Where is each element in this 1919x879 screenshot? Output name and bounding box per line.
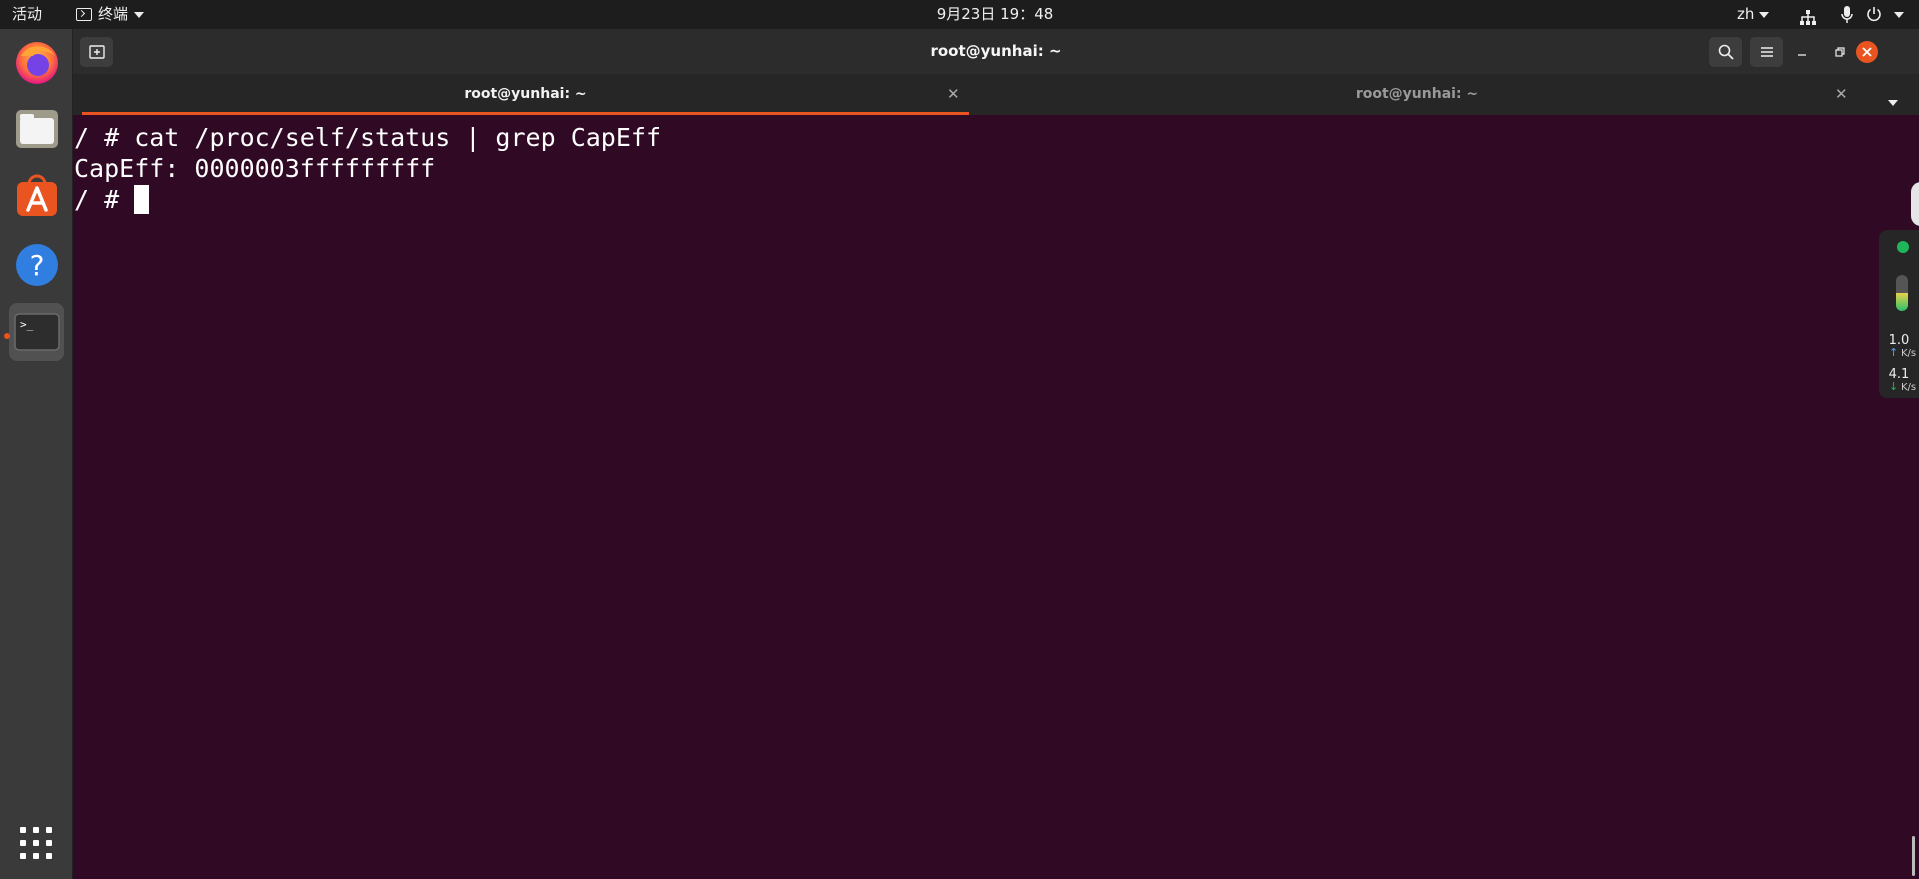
minimize-button[interactable] <box>1791 41 1813 63</box>
top-bar: 活动 终端 9月23日 19：48 zh <box>0 0 1919 29</box>
dock: ? >_ <box>0 29 73 879</box>
terminal-line: / # cat /proc/self/status | grep CapEff <box>74 123 661 152</box>
microphone-icon[interactable] <box>1841 0 1853 29</box>
input-method-label: zh <box>1737 5 1755 23</box>
tab-label: root@yunhai: ~ <box>1355 86 1479 102</box>
usage-gauge <box>1896 275 1908 311</box>
chevron-down-icon <box>1759 11 1770 18</box>
dock-help[interactable]: ? <box>9 236 64 294</box>
new-tab-icon <box>88 45 105 59</box>
tab-2[interactable]: root@yunhai: ~ ✕ <box>969 74 1865 115</box>
edge-handle[interactable] <box>1911 182 1919 226</box>
window-title: root@yunhai: ~ <box>930 42 1062 60</box>
svg-text:?: ? <box>29 249 44 282</box>
scrollbar-thumb[interactable] <box>1912 836 1915 876</box>
close-button[interactable] <box>1856 41 1878 63</box>
running-indicator <box>4 333 10 339</box>
dock-software[interactable] <box>9 168 64 226</box>
dock-firefox[interactable] <box>9 33 64 91</box>
tab-list-button[interactable] <box>1888 91 1898 110</box>
firefox-icon <box>15 42 58 84</box>
header-bar: root@yunhai: ~ <box>73 29 1919 74</box>
system-monitor-widget[interactable]: 1.0 ↑ K/s 4.1 ↓ K/s <box>1879 230 1919 398</box>
download-unit: K/s <box>1901 382 1917 393</box>
terminal-line: CapEff: 0000003fffffffff <box>74 154 436 183</box>
help-icon: ? <box>15 244 58 286</box>
arrow-down-icon: ↓ <box>1889 380 1899 393</box>
svg-text:>_: >_ <box>20 318 34 331</box>
close-icon[interactable]: ✕ <box>947 74 960 114</box>
terminal-window: root@yunhai: ~ root@yunhai: ~ ✕ root@yun… <box>73 29 1919 879</box>
tab-label: root@yunhai: ~ <box>464 86 587 102</box>
download-rate: 4.1 <box>1888 367 1910 382</box>
new-tab-button[interactable] <box>80 37 113 67</box>
dock-terminal[interactable]: >_ <box>9 303 64 361</box>
terminal-icon: >_ <box>13 313 60 351</box>
close-icon <box>1862 47 1872 57</box>
tab-1[interactable]: root@yunhai: ~ ✕ <box>82 74 969 115</box>
software-center-icon <box>16 174 57 216</box>
upload-unit: K/s <box>1901 348 1917 359</box>
power-icon[interactable] <box>1866 0 1882 29</box>
arrow-up-icon: ↑ <box>1889 346 1899 359</box>
restore-button[interactable] <box>1829 41 1851 63</box>
chevron-down-icon <box>134 11 145 18</box>
prompt: / # <box>74 185 135 214</box>
activities-button[interactable]: 活动 <box>12 0 42 29</box>
status-indicator <box>1897 241 1909 253</box>
network-icon[interactable] <box>1799 7 1817 25</box>
restore-icon <box>1835 47 1845 57</box>
terminal-small-icon <box>76 8 92 21</box>
menu-button[interactable] <box>1750 37 1783 67</box>
chevron-down-icon[interactable] <box>1894 12 1904 18</box>
dock-files[interactable] <box>9 100 64 158</box>
cursor <box>134 185 150 214</box>
chevron-down-icon <box>1888 100 1898 106</box>
hamburger-icon <box>1760 47 1773 57</box>
upload-rate: 1.0 <box>1888 333 1910 348</box>
tab-bar: root@yunhai: ~ ✕ root@yunhai: ~ ✕ / # ca… <box>73 74 1919 879</box>
tab-strip: root@yunhai: ~ ✕ root@yunhai: ~ ✕ <box>73 74 1919 115</box>
app-menu-button[interactable]: 终端 <box>76 0 145 29</box>
app-menu-label: 终端 <box>98 5 129 23</box>
search-icon <box>1718 44 1734 60</box>
usage-gauge-fill <box>1896 293 1908 311</box>
clock[interactable]: 9月23日 19：48 <box>930 0 1060 29</box>
show-applications-icon[interactable] <box>20 827 52 859</box>
close-icon[interactable]: ✕ <box>1835 74 1848 114</box>
files-icon <box>15 110 58 148</box>
search-button[interactable] <box>1709 37 1742 67</box>
terminal-output[interactable]: / # cat /proc/self/status | grep CapEff … <box>73 115 1919 879</box>
minimize-icon <box>1798 54 1806 56</box>
terminal-prompt-line: / # <box>74 184 1919 215</box>
input-method-menu[interactable]: zh <box>1737 0 1770 29</box>
